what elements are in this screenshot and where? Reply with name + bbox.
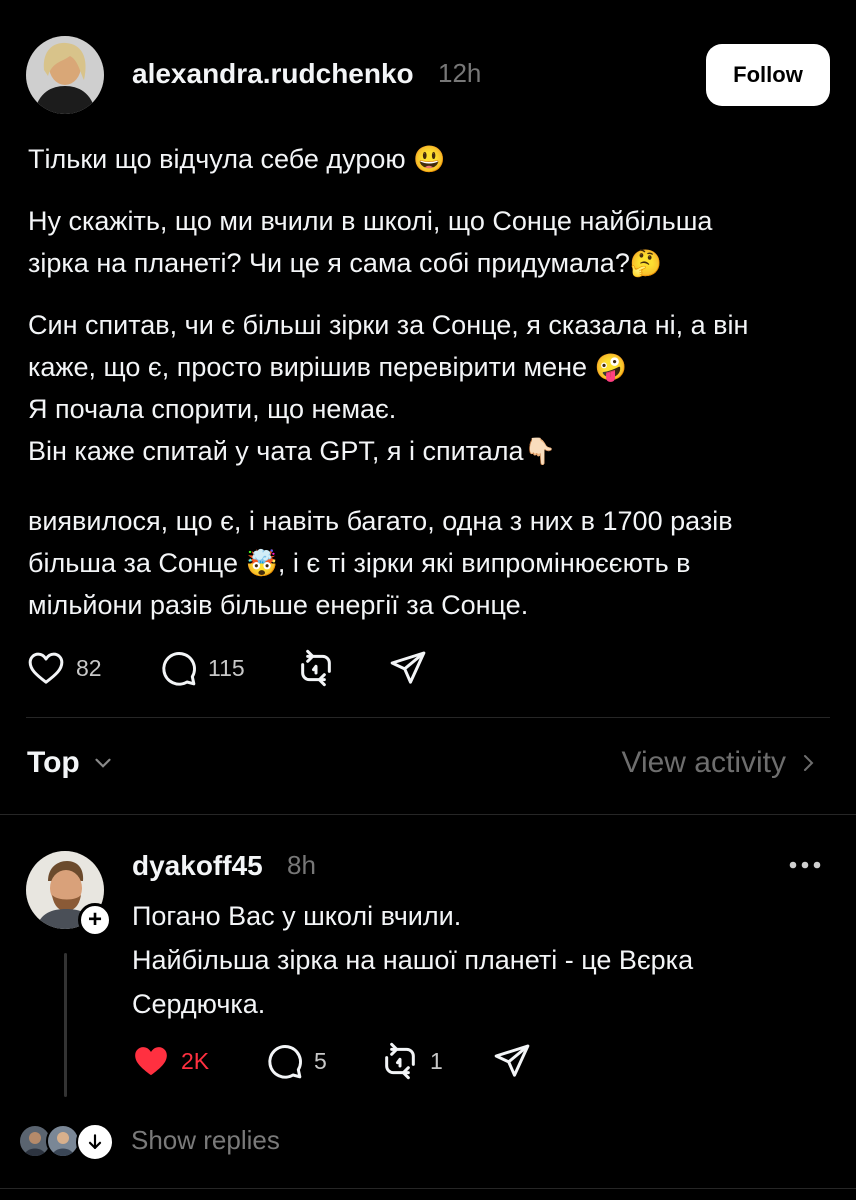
reply-repost-button[interactable]: 1 (380, 1041, 443, 1081)
like-button[interactable]: 82 (26, 648, 102, 688)
post-text-line: виявилося, що є, і навіть багато, одна з… (28, 506, 733, 536)
reply-comment-count: 5 (314, 1047, 327, 1074)
arrow-down-circle-icon (76, 1123, 114, 1161)
divider (0, 814, 856, 815)
reply-username[interactable]: dyakoff45 (132, 850, 263, 882)
zany-face-emoji-icon: 🤪 (594, 352, 627, 382)
sort-label: Top (27, 746, 80, 779)
post-paragraph-3: Син спитав, чи є більші зірки за Сонце, … (28, 304, 748, 472)
post-text-line: Він каже спитай у чата GPT, я і спитала👇… (28, 436, 556, 466)
reply-share-button[interactable] (492, 1041, 532, 1081)
comment-bubble-icon (162, 652, 196, 686)
reply-like-button[interactable]: 2K (131, 1041, 209, 1081)
share-button[interactable] (388, 648, 428, 688)
replier-avatar (46, 1124, 80, 1158)
reply-comment-button[interactable]: 5 (264, 1041, 327, 1081)
post-text-line: Я почала спорити, що немає. (28, 394, 397, 424)
author-username[interactable]: alexandra.rudchenko (132, 58, 414, 90)
post-text-line: каже, що є, просто вирішив перевірити ме… (28, 352, 627, 382)
heart-icon (28, 652, 64, 684)
post-timestamp: 12h (438, 58, 482, 88)
reply-repost-count: 1 (430, 1047, 443, 1074)
pointing-down-emoji-icon: 👇🏻 (523, 436, 556, 466)
thinking-face-emoji-icon: 🤔 (629, 248, 663, 278)
divider (0, 1188, 856, 1189)
post-text-line: Син спитав, чи є більші зірки за Сонце, … (28, 310, 749, 340)
show-replies-link[interactable]: Show replies (131, 1125, 280, 1156)
post-paragraph-1: Тільки що відчула себе дурою 😃 (28, 138, 446, 180)
exploding-head-emoji-icon: 🤯 (245, 548, 278, 578)
author-avatar[interactable] (26, 36, 104, 114)
view-activity-link[interactable]: View activity (621, 746, 820, 780)
chevron-down-icon (95, 758, 111, 768)
post-text-line: Тільки що відчула себе дурою (28, 144, 406, 174)
more-options-icon[interactable] (788, 858, 822, 876)
thread-line (64, 953, 67, 1097)
comment-button[interactable]: 115 (158, 648, 245, 688)
like-count: 82 (76, 654, 102, 681)
post-text-line: мільйони разів більше енергії за Сонце. (28, 590, 529, 620)
replier-avatars (18, 1123, 118, 1161)
repost-icon (301, 649, 331, 687)
post-paragraph-4: виявилося, що є, і навіть багато, одна з… (28, 500, 733, 626)
follow-plus-icon[interactable]: + (78, 903, 112, 937)
view-activity-label: View activity (621, 746, 786, 779)
reply-text-line: Найбільша зірка на нашої планеті - це Вє… (132, 945, 694, 975)
reply-timestamp: 8h (287, 850, 316, 880)
chevron-right-icon (804, 755, 814, 771)
follow-button[interactable]: Follow (706, 44, 830, 106)
sort-dropdown[interactable]: Top (27, 746, 116, 780)
post-text-line: зірка на планеті? Чи це я сама собі прид… (28, 248, 663, 278)
send-paper-plane-icon (494, 1044, 530, 1077)
reply-text-line: Погано Вас у школі вчили. (132, 901, 462, 931)
reply-text-line: Сердючка. (132, 989, 266, 1019)
divider (26, 717, 830, 718)
repost-button[interactable] (296, 648, 336, 688)
comment-bubble-icon (268, 1045, 302, 1079)
post-text-line: Ну скажіть, що ми вчили в школі, що Сонц… (28, 206, 713, 236)
repost-icon (385, 1042, 415, 1080)
comment-count: 115 (208, 654, 245, 681)
post-text-line: більша за Сонце 🤯, і є ті зірки які випр… (28, 548, 691, 578)
post-paragraph-2: Ну скажіть, що ми вчили в школі, що Сонц… (28, 200, 712, 284)
heart-filled-icon (135, 1047, 167, 1076)
reply-text: Погано Вас у школі вчили. Найбільша зірк… (132, 894, 693, 1026)
grinning-face-emoji-icon: 😃 (413, 144, 446, 174)
send-paper-plane-icon (390, 651, 426, 684)
reply-like-count: 2K (181, 1047, 210, 1074)
